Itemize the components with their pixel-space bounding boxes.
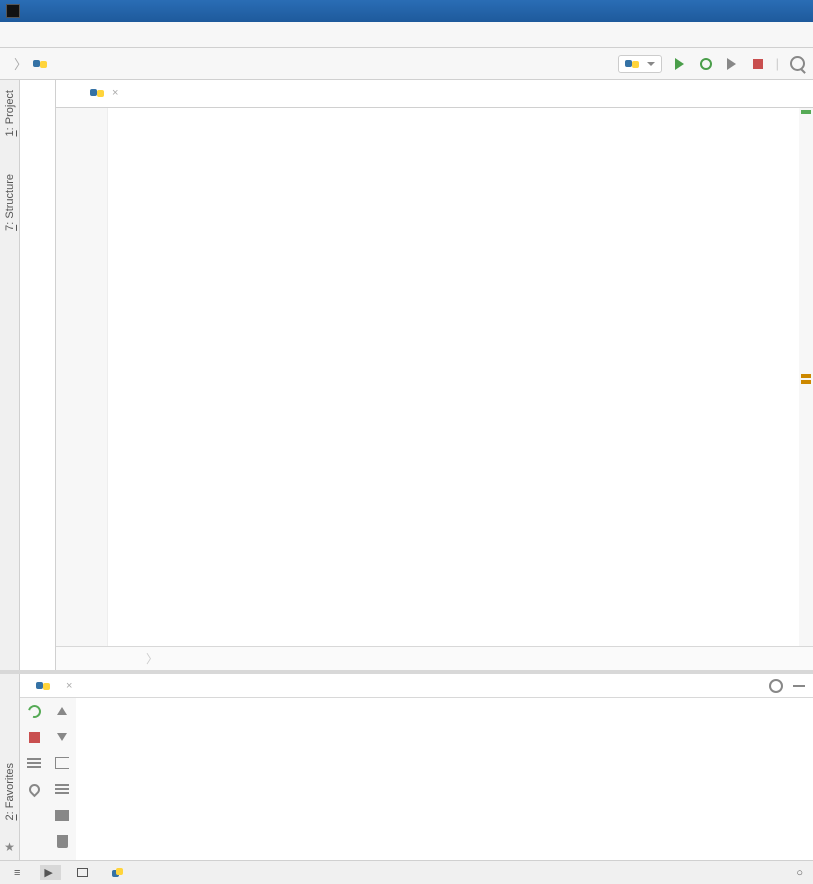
todo-tool-button[interactable]: ≡ <box>10 865 28 880</box>
project-tool-tab[interactable]: 1: Project <box>3 84 17 142</box>
print-button[interactable] <box>53 806 71 824</box>
python-icon <box>33 57 47 71</box>
star-icon: ★ <box>4 840 15 854</box>
error-stripe[interactable] <box>799 108 813 646</box>
chevron-right-icon: 〉 <box>14 54 27 73</box>
python-icon <box>90 86 104 100</box>
soft-wrap-button[interactable] <box>53 754 71 772</box>
stop-button[interactable] <box>750 56 766 72</box>
menu-bar <box>0 22 813 48</box>
run-tool-button[interactable]: ▶ <box>40 865 60 880</box>
editor-breadcrumb[interactable]: 〉 <box>56 646 813 670</box>
navigation-bar: 〉 | <box>0 48 813 80</box>
left-tool-tabs: 1: Project 7: Structure <box>0 80 20 670</box>
minimize-icon[interactable] <box>793 685 805 687</box>
run-toolbar-secondary <box>48 698 76 860</box>
favorites-tool-tab[interactable]: 2: Favorites <box>4 763 16 820</box>
down-stack-button[interactable] <box>53 728 71 746</box>
clear-all-button[interactable] <box>53 832 71 850</box>
close-run-tab-icon[interactable]: × <box>66 680 72 692</box>
line-gutter[interactable] <box>56 108 108 646</box>
structure-tool-tab[interactable]: 7: Structure <box>3 168 17 237</box>
run-console[interactable] <box>76 698 813 860</box>
project-panel[interactable] <box>20 80 56 670</box>
app-icon <box>6 4 20 18</box>
debug-button[interactable] <box>698 56 714 72</box>
rerun-button[interactable] <box>25 702 43 720</box>
up-stack-button[interactable] <box>53 702 71 720</box>
run-button[interactable] <box>672 56 688 72</box>
settings-icon[interactable] <box>769 679 783 693</box>
chevron-right-icon: 〉 <box>146 650 158 667</box>
breadcrumbs: 〉 <box>8 54 50 73</box>
fold-column[interactable] <box>108 108 126 646</box>
search-everywhere-button[interactable] <box>789 56 805 72</box>
terminal-tool-button[interactable] <box>73 865 96 880</box>
python-console-tool-button[interactable] <box>108 865 131 880</box>
editor-area: × 〉 <box>56 80 813 670</box>
editor-tab-game[interactable]: × <box>86 84 122 104</box>
title-bar <box>0 0 813 22</box>
run-config-selector[interactable] <box>618 55 662 73</box>
run-panel-header: × <box>20 674 813 698</box>
status-bar: ≡ ▶ ○ <box>0 860 813 884</box>
stop-run-button[interactable] <box>25 728 43 746</box>
layout-button[interactable] <box>25 754 43 772</box>
toolbar-right: | <box>618 55 805 73</box>
code-editor[interactable] <box>126 108 799 646</box>
scroll-to-end-button[interactable] <box>53 780 71 798</box>
left-tool-tabs-bottom: 2: Favorites ★ <box>0 674 20 860</box>
event-log-button[interactable]: ○ <box>796 867 803 879</box>
pin-button[interactable] <box>25 780 43 798</box>
python-icon <box>625 57 639 71</box>
run-toolbar-primary <box>20 698 48 860</box>
close-tab-icon[interactable]: × <box>112 87 118 99</box>
editor-tabs: × <box>56 80 813 108</box>
separator: | <box>776 56 779 71</box>
crumb-file[interactable] <box>33 57 50 71</box>
run-with-coverage-button[interactable] <box>724 56 740 72</box>
python-icon <box>36 679 50 693</box>
